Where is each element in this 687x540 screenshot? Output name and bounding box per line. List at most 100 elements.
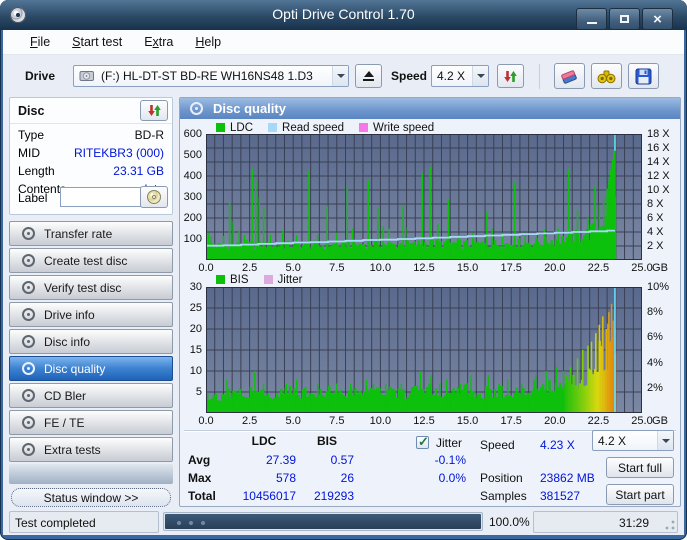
y-tick-right: 6 X [647,212,664,224]
sidebar-item-label: Transfer rate [44,227,112,241]
x-tick: 10.0 [370,262,391,274]
x-tick: 7.5 [329,415,344,427]
sidebar-item-extra-tests[interactable]: Extra tests [9,437,173,462]
y-tick-left: 100 [184,233,202,245]
scan-speed-arrow [657,431,673,450]
disc-label-row: Label [10,187,172,209]
x-tick: 17.5 [500,415,521,427]
toolbar-separator [539,64,540,89]
x-tick: 5.0 [286,262,301,274]
binoculars-icon [597,69,616,84]
menu-help[interactable]: Help [186,32,230,52]
refresh-icon [503,69,518,84]
close-button[interactable]: × [642,8,673,30]
workspace: Disc Type BD-R MID RITEKBR3 (000) Length [9,95,678,507]
y-tick-left: 20 [190,323,202,335]
erase-disc-button[interactable] [554,63,585,89]
x-axis: 0.02.55.07.510.012.515.017.520.022.525.0… [180,415,680,429]
progress-percent: 100.0% [489,515,530,529]
x-tick: 0.0 [198,415,213,427]
ldc-chart: 600500400300200100 18 X16 X14 X12 X10 X8… [180,134,680,280]
sidebar-item-fe-te[interactable]: FE / TE [9,410,173,435]
y-tick-right: 4 X [647,226,664,238]
sidebar-item-label: Verify test disc [44,281,121,295]
bis-chart: 30252015105 10%8%6%4%2% 0.02.55.07.510.0… [180,287,680,433]
resize-grip[interactable] [664,519,676,531]
top-chart-legend: LDCRead speedWrite speed [216,122,434,134]
elapsed-time: 31:29 [619,516,649,530]
y-tick-right: 16 X [647,142,670,154]
y-tick-right: 2% [647,382,663,394]
jitter-checkbox[interactable]: ✓ [416,436,429,449]
start-part-button[interactable]: Start part [606,484,674,505]
eject-button[interactable] [355,64,382,88]
speed-label: Speed [391,69,427,83]
disc-label-caption: Label [18,191,47,205]
status-message: Test completed [15,516,96,530]
search-button[interactable] [591,63,622,89]
y-tick-left: 400 [184,170,202,182]
y-tick-right: 14 X [647,156,670,168]
disc-icon [22,389,35,402]
sidebar-item-label: Create test disc [44,254,127,268]
menu-extra[interactable]: Extra [135,32,182,52]
progress-fill [165,514,481,529]
sidebar-item-disc-quality[interactable]: Disc quality [9,356,173,381]
info-label-speed: Speed [480,438,515,452]
titlebar[interactable]: Opti Drive Control 1.70 × [0,0,687,30]
y-tick-left: 30 [190,281,202,293]
legend-item-ldc: LDC [216,122,253,134]
minimize-button[interactable] [576,8,607,30]
stats-area: LDCBISAvg27.390.57-0.1%Max578260.0%Total… [184,434,676,506]
scan-speed-select[interactable]: 4.2 X [592,430,674,451]
y-tick-left: 15 [190,344,202,356]
menu-file[interactable]: File [21,32,59,52]
y-tick-left: 25 [190,302,202,314]
write-label-button[interactable] [140,186,168,208]
sidebar-item-label: Disc info [44,335,90,349]
refresh-disc-button[interactable] [140,100,168,121]
y-tick-left: 200 [184,212,202,224]
sidebar-item-disc-info[interactable]: Disc info [9,329,173,354]
x-tick: 25.0 [631,415,652,427]
disc-info-value: 23.31 GB [113,163,164,179]
panel-header: Disc quality [180,98,680,119]
speed-select-value: 4.2 X [437,69,465,83]
save-button[interactable] [628,63,659,89]
disc-label-input[interactable] [60,187,144,207]
stats-row-label-avg: Avg [188,453,210,467]
maximize-button[interactable] [609,8,640,30]
speed-select[interactable]: 4.2 X [431,65,489,87]
disc-info-row-type: Type BD-R [10,126,172,144]
stats-jitter-avg: -0.1% [406,453,466,467]
x-tick: 5.0 [286,415,301,427]
stats-row-label-total: Total [188,489,216,503]
y-axis-right: 10%8%6%4%2% [645,287,681,413]
progress-bar [163,512,483,531]
sidebar-item-transfer-rate[interactable]: Transfer rate [9,221,173,246]
menu-start-test[interactable]: Start test [63,32,131,52]
disc-icon [22,227,35,240]
bis-plot-area [206,287,642,413]
jitter-label: Jitter [436,436,462,450]
sidebar-item-cd-bler[interactable]: CD Bler [9,383,173,408]
drive-icon [79,70,95,82]
scan-speed-value: 4.2 X [598,434,626,448]
sidebar-item-drive-info[interactable]: Drive info [9,302,173,327]
sidebar-item-verify-test-disc[interactable]: Verify test disc [9,275,173,300]
sidebar-item-create-test-disc[interactable]: Create test disc [9,248,173,273]
disc-icon [22,362,35,375]
drive-select[interactable]: (F:) HL-DT-ST BD-RE WH16NS48 1.D3 [73,65,349,87]
y-axis-right: 18 X16 X14 X12 X10 X8 X6 X4 X2 X [645,134,681,260]
bottom-chart-legend: BISJitter [216,274,302,286]
start-full-button[interactable]: Start full [606,457,674,478]
sidebar-item-label: Disc quality [44,362,105,376]
x-tick: 20.0 [544,262,565,274]
stats-bis-avg: 0.57 [300,453,354,467]
disc-quality-icon [190,102,203,115]
checkmark-icon: ✓ [418,434,429,450]
disc-icon [22,308,35,321]
refresh-speeds-button[interactable] [497,64,524,88]
legend-item-jitter: Jitter [264,274,303,286]
status-window-button[interactable]: Status window >> [11,488,171,507]
